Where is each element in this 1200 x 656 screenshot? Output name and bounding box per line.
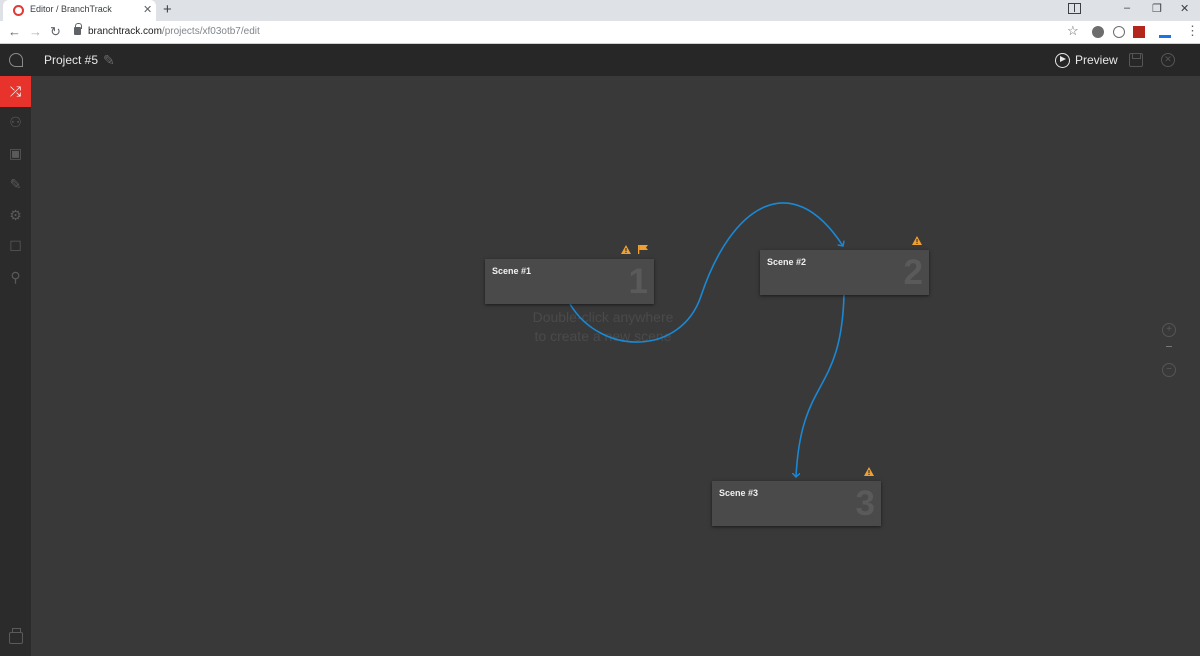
extension-icon[interactable] <box>1113 26 1125 38</box>
close-editor-icon[interactable]: ✕ <box>1161 53 1175 67</box>
window-close-button[interactable]: ✕ <box>1180 2 1189 15</box>
badge-icon: ⚲ <box>10 269 21 285</box>
extension-icon[interactable] <box>1159 26 1171 38</box>
new-tab-button[interactable]: + <box>163 1 172 18</box>
sidebar: ⤮ ⚇ ▣ ✎ ⚙ ☐ ⚲ <box>0 76 31 656</box>
address-bar[interactable]: branchtrack.com/projects/xf03otb7/edit <box>72 23 1092 41</box>
sidebar-item-badges[interactable]: ⚲ <box>0 262 31 293</box>
reload-icon[interactable]: ↻ <box>50 24 61 40</box>
minimize-button[interactable]: – <box>1124 2 1130 14</box>
preview-button[interactable]: Preview <box>1055 51 1118 69</box>
scene-number: 1 <box>628 262 648 301</box>
scene-number: 3 <box>855 484 875 523</box>
tab-close-icon[interactable]: ✕ <box>143 3 152 16</box>
sidebar-item-design[interactable]: ✎ <box>0 169 31 200</box>
menu-icon[interactable]: ⋮ <box>1186 23 1199 39</box>
pencil-icon: ✎ <box>9 176 22 192</box>
zoom-in-icon[interactable]: + <box>1162 323 1176 337</box>
zoom-out-icon[interactable]: − <box>1162 363 1176 377</box>
backgrounds-icon: ▣ <box>8 145 23 161</box>
restore-button[interactable]: ❐ <box>1152 2 1162 15</box>
scene-title: Scene #3 <box>719 488 759 498</box>
forward-icon[interactable]: → <box>29 24 42 39</box>
pdf-extension-icon[interactable] <box>1133 26 1145 38</box>
preview-label: Preview <box>1075 53 1118 67</box>
extension-icon[interactable] <box>1092 26 1104 38</box>
window-layout-icon[interactable] <box>1068 3 1081 14</box>
edit-title-pencil-icon[interactable]: ✎ <box>103 52 115 69</box>
sidebar-item-backgrounds[interactable]: ▣ <box>0 138 31 169</box>
scene-card[interactable]: Scene #1 1 <box>485 259 654 304</box>
scene-card[interactable]: Scene #3 3 <box>712 481 881 526</box>
zoom-divider <box>1166 346 1172 347</box>
browser-tab[interactable]: Editor / BranchTrack ✕ <box>3 0 156 21</box>
characters-icon: ⚇ <box>9 114 22 130</box>
sidebar-item-characters[interactable]: ⚇ <box>0 107 31 138</box>
lock-icon <box>74 23 82 35</box>
warning-icon[interactable] <box>912 236 922 245</box>
integrations-icon: ⚙ <box>9 207 22 223</box>
app-header: Project #5 ✎ Preview ✕ <box>0 44 1200 76</box>
browser-toolbar: ← → ↻ branchtrack.com/projects/xf03otb7/… <box>0 21 1200 44</box>
print-icon[interactable] <box>9 628 23 644</box>
browser-tab-strip: Editor / BranchTrack ✕ + – ❐ ✕ <box>0 0 1200 21</box>
warning-icon[interactable] <box>621 245 631 254</box>
branchtrack-favicon-icon <box>13 5 24 16</box>
scene-number: 2 <box>903 253 923 292</box>
url-text: branchtrack.com/projects/xf03otb7/edit <box>88 26 260 37</box>
sidebar-item-scenes[interactable]: ⤮ <box>0 76 31 107</box>
sidebar-item-integrations[interactable]: ⚙ <box>0 200 31 231</box>
branchtrack-logo-icon[interactable] <box>9 53 23 67</box>
shuffle-icon: ⤮ <box>9 83 22 99</box>
save-icon[interactable] <box>1129 53 1143 67</box>
scene-card[interactable]: Scene #2 2 <box>760 250 929 295</box>
tab-title: Editor / BranchTrack <box>30 4 112 14</box>
sidebar-item-comments[interactable]: ☐ <box>0 231 31 262</box>
warning-icon[interactable] <box>864 467 874 476</box>
scene-links <box>569 202 1200 656</box>
bookmark-star-icon[interactable]: ☆ <box>1067 23 1079 39</box>
scene-title: Scene #2 <box>767 257 807 267</box>
scene-title: Scene #1 <box>492 266 532 276</box>
start-flag-icon[interactable] <box>638 245 648 254</box>
play-icon <box>1055 52 1070 68</box>
back-icon[interactable]: ← <box>8 24 21 39</box>
comments-icon: ☐ <box>9 238 22 254</box>
scene-canvas[interactable]: Double-click anywhere to create a new sc… <box>31 76 1200 656</box>
link-scene2-to-scene3 <box>796 294 845 477</box>
project-title: Project #5 <box>44 53 99 67</box>
